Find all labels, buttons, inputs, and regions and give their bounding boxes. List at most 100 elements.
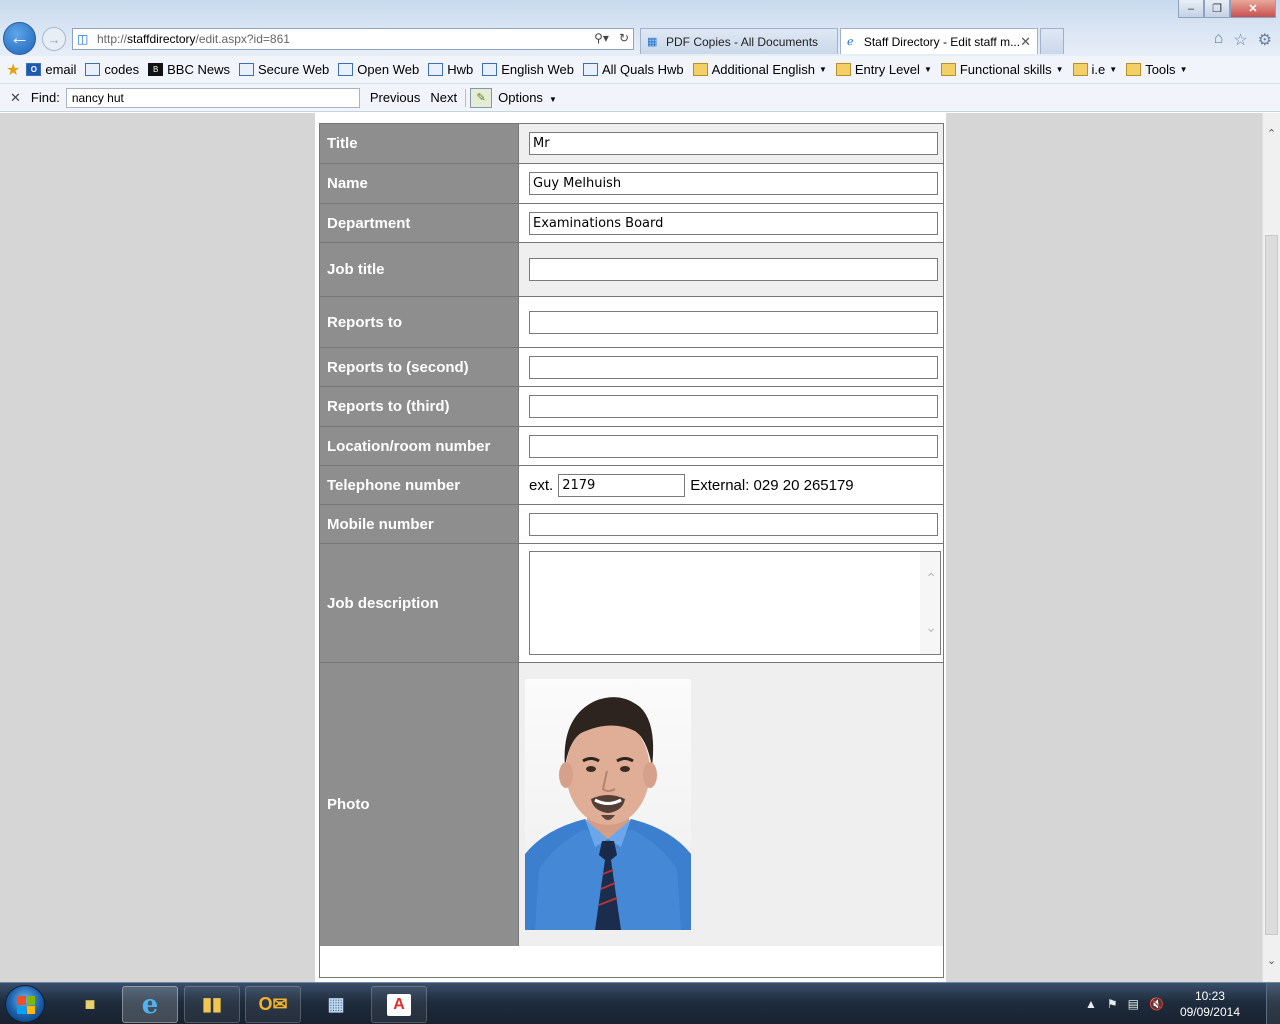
close-window-button[interactable]: ✕ [1230, 0, 1276, 18]
favorite-english-web[interactable]: English Web [482, 62, 574, 77]
favorite-folder-entry-level[interactable]: Entry Level ▼ [835, 62, 932, 77]
window-controls: – ❐ ✕ [1178, 0, 1276, 18]
staff-photo [525, 679, 691, 930]
taskbar-outlook[interactable]: O✉ [245, 986, 301, 1023]
taskbar-internet-explorer[interactable]: e [122, 986, 178, 1023]
chevron-down-icon: ▼ [548, 95, 557, 104]
job-description-textarea[interactable]: ⌃ ⌄ [529, 551, 941, 655]
show-desktop-button[interactable] [1266, 983, 1280, 1024]
action-center-flag-icon[interactable]: ⚑ [1107, 997, 1118, 1011]
find-next-button[interactable]: Next [430, 90, 457, 105]
favorite-codes[interactable]: codes [85, 62, 139, 77]
new-tab-button[interactable] [1040, 28, 1064, 54]
taskbar-adobe-reader[interactable]: A [371, 986, 427, 1023]
web-slice-icon [338, 63, 354, 76]
page-scrollbar[interactable]: ⌃ ⌄ [1262, 113, 1280, 982]
ie-page-icon: ℯ [847, 35, 854, 48]
scroll-up-icon[interactable]: ⌃ [1263, 125, 1280, 143]
chevron-down-icon: ▼ [818, 65, 827, 74]
folder-icon [940, 63, 956, 76]
tab-label: Staff Directory - Edit staff m... [863, 34, 1021, 49]
favorites-star-icon[interactable]: ☆ [1233, 30, 1247, 50]
reports-to-input[interactable] [529, 310, 938, 334]
add-favorites-star-icon[interactable]: ★ [6, 60, 20, 80]
title-label: Title [319, 123, 519, 164]
chevron-down-icon: ▼ [1055, 65, 1064, 74]
favorite-hwb[interactable]: Hwb [428, 62, 473, 77]
favorite-folder-ie[interactable]: i.e ▼ [1072, 62, 1118, 77]
favorite-label: Entry Level [854, 62, 920, 77]
favorite-label: codes [104, 62, 140, 77]
name-input[interactable]: Guy Melhuish [529, 172, 938, 195]
clock[interactable]: 10:23 09/09/2014 [1180, 988, 1240, 1020]
chevron-down-icon: ▼ [1109, 65, 1118, 74]
textarea-scrollbar[interactable] [920, 552, 940, 654]
favorite-label: All Quals Hwb [601, 62, 684, 77]
taskbar-calculator[interactable]: ▦ [308, 986, 364, 1023]
find-previous-button[interactable]: Previous [370, 90, 421, 105]
favorite-folder-additional-english[interactable]: Additional English ▼ [692, 62, 827, 77]
back-arrow-icon: ← [9, 27, 30, 49]
volume-muted-icon[interactable]: 🔇 [1149, 997, 1164, 1011]
highlight-pencil-icon[interactable]: ✎ [470, 87, 493, 108]
back-button[interactable]: ← [3, 22, 36, 55]
form-footer-row [319, 946, 944, 978]
title-input[interactable]: Mr [529, 132, 938, 155]
find-bar: ✕ Find: Previous Next ✎ Options ▼ [0, 84, 1280, 112]
libraries-icon: ■ [84, 994, 96, 1014]
favorite-folder-functional-skills[interactable]: Functional skills ▼ [940, 62, 1064, 77]
scroll-thumb[interactable] [1265, 235, 1278, 935]
favorite-email[interactable]: Oemail [26, 62, 76, 77]
folder-icon [835, 63, 851, 76]
gear-icon[interactable]: ⚙ [1258, 30, 1272, 50]
taskbar-libraries[interactable]: ■ [62, 986, 118, 1023]
department-input[interactable]: Examinations Board [529, 211, 938, 235]
favorite-folder-tools[interactable]: Tools ▼ [1126, 62, 1187, 77]
outlook-icon: O [26, 63, 42, 76]
favorite-label: Functional skills [959, 62, 1052, 77]
scroll-down-icon[interactable]: ⌄ [1263, 952, 1280, 970]
start-button[interactable] [5, 985, 45, 1023]
system-tray: ▲ ⚑ ▤ 🔇 10:23 09/09/2014 [1085, 983, 1280, 1024]
location-label: Location/room number [319, 426, 519, 466]
windows-logo-icon [17, 996, 35, 1014]
home-icon[interactable]: ⌂ [1214, 30, 1224, 50]
job-description-label: Job description [319, 543, 519, 663]
form-row-telephone: Telephone number ext. 2179 External: 029… [319, 465, 944, 505]
close-find-icon[interactable]: ✕ [10, 90, 21, 106]
address-bar[interactable]: ◫ http://staffdirectory/edit.aspx?id=861… [72, 28, 634, 50]
reports-to-second-input[interactable] [529, 355, 938, 379]
favorites-bar: ★ Oemail codes B BBC News Secure Web Open… [0, 56, 1280, 84]
mobile-input[interactable] [529, 512, 938, 536]
restore-button[interactable]: ❐ [1204, 0, 1230, 18]
reports-to-third-input[interactable] [529, 395, 938, 418]
chevron-up-icon[interactable]: ⌃ [925, 570, 937, 587]
favorite-secure-web[interactable]: Secure Web [238, 62, 329, 77]
favorite-label: email [45, 62, 77, 77]
chevron-down-icon[interactable]: ⌄ [925, 619, 937, 636]
refresh-icon[interactable]: ↻ [619, 31, 629, 45]
minimize-button[interactable]: – [1178, 0, 1204, 18]
show-hidden-icons-icon[interactable]: ▲ [1085, 997, 1097, 1011]
taskbar-file-explorer[interactable]: ▮▮ [184, 986, 240, 1023]
favorite-bbc-news[interactable]: B BBC News [148, 62, 230, 77]
find-input[interactable] [65, 87, 360, 108]
job-title-input[interactable] [529, 258, 938, 281]
calculator-icon: ▦ [327, 994, 345, 1014]
location-input[interactable] [529, 434, 938, 458]
favorite-all-quals-hwb[interactable]: All Quals Hwb [582, 62, 684, 77]
close-tab-icon[interactable]: ✕ [1020, 34, 1031, 50]
search-icon[interactable]: ⚲▾ [594, 31, 609, 45]
tab-staff-directory[interactable]: ℯ Staff Directory - Edit staff m... ✕ [840, 28, 1038, 54]
mobile-label: Mobile number [319, 504, 519, 544]
find-options-button[interactable]: Options ▼ [498, 90, 557, 105]
folder-icon: ▮▮ [202, 994, 222, 1014]
forward-button[interactable]: → [42, 27, 66, 51]
tab-pdf-copies[interactable]: ▦ PDF Copies - All Documents [640, 28, 838, 54]
address-url[interactable]: http://staffdirectory/edit.aspx?id=861 [97, 32, 290, 46]
network-icon[interactable]: ▤ [1128, 997, 1139, 1011]
divider [465, 88, 467, 107]
tab-label: PDF Copies - All Documents [666, 34, 819, 49]
extension-input[interactable]: 2179 [558, 473, 686, 497]
favorite-open-web[interactable]: Open Web [338, 62, 419, 77]
